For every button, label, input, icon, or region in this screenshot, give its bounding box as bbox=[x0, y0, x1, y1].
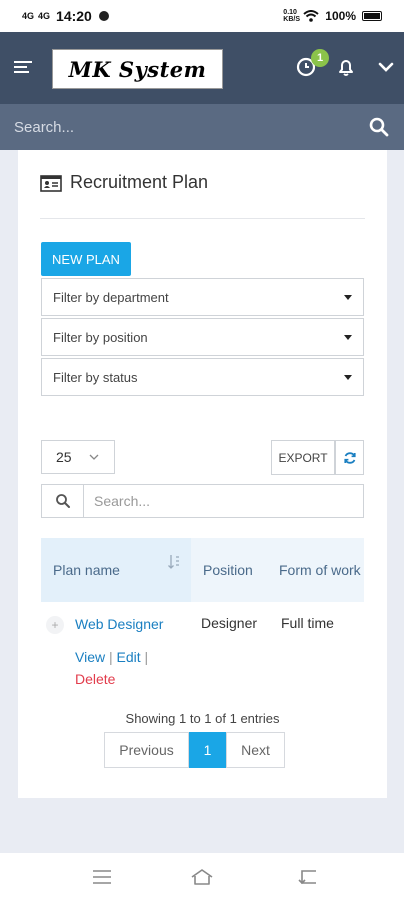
recent-apps-icon[interactable] bbox=[90, 867, 114, 887]
table-search-button[interactable] bbox=[42, 485, 84, 517]
bell-icon[interactable] bbox=[333, 54, 359, 80]
table-row: + Web Designer Designer Full time View |… bbox=[41, 608, 364, 694]
search-icon bbox=[55, 494, 70, 508]
export-button[interactable]: EXPORT bbox=[271, 440, 335, 475]
department-filter-label: Filter by department bbox=[53, 289, 169, 305]
app-header: MK System 1 bbox=[0, 32, 404, 104]
recruitment-plan-card: Recruitment Plan NEW PLAN Filter by depa… bbox=[18, 150, 387, 798]
page-size-value: 25 bbox=[56, 449, 72, 465]
position-filter-label: Filter by position bbox=[53, 329, 148, 345]
status-filter-select[interactable]: Filter by status bbox=[41, 358, 364, 396]
delete-link[interactable]: Delete bbox=[75, 671, 115, 687]
action-separator: | bbox=[144, 649, 149, 665]
department-filter-select[interactable]: Filter by department bbox=[41, 278, 364, 316]
page-size-select[interactable]: 25 bbox=[41, 440, 115, 474]
signal-indicator-1: 4G bbox=[22, 11, 35, 21]
column-header-position[interactable]: Position bbox=[191, 538, 269, 602]
battery-percent: 100% bbox=[325, 9, 356, 23]
caret-down-icon bbox=[344, 334, 352, 340]
title-divider bbox=[40, 218, 365, 219]
row-expand-button[interactable]: + bbox=[46, 616, 64, 634]
page-title-text: Recruitment Plan bbox=[70, 172, 209, 192]
pagination: Previous 1 Next bbox=[104, 732, 285, 768]
notification-badge: 1 bbox=[311, 49, 329, 67]
position-filter-select[interactable]: Filter by position bbox=[41, 318, 364, 356]
sort-icon bbox=[168, 555, 179, 569]
brand-logo[interactable]: MK System bbox=[52, 49, 223, 89]
table-search bbox=[41, 484, 364, 518]
chevron-down-icon bbox=[89, 454, 99, 460]
system-nav-bar bbox=[0, 853, 404, 900]
signal-indicator-2: 4G bbox=[38, 11, 51, 21]
previous-page-button[interactable]: Previous bbox=[104, 732, 189, 768]
page-title: Recruitment Plan bbox=[40, 172, 208, 193]
row-actions: View | Edit | Delete bbox=[75, 646, 148, 690]
status-bar: 4G 4G 14:20 0.10 KB/S 100% bbox=[0, 0, 404, 32]
table-header: Plan name Position Form of work bbox=[41, 538, 364, 602]
wifi-icon bbox=[303, 10, 319, 22]
refresh-button[interactable] bbox=[335, 440, 364, 475]
action-separator: | bbox=[108, 649, 113, 665]
menu-toggle-icon[interactable] bbox=[14, 61, 32, 75]
table-search-input[interactable] bbox=[84, 485, 363, 517]
position-cell: Designer bbox=[201, 615, 258, 631]
id-card-icon bbox=[40, 174, 62, 192]
back-icon[interactable] bbox=[296, 867, 320, 887]
home-icon[interactable] bbox=[190, 867, 214, 887]
refresh-icon bbox=[343, 451, 356, 464]
view-link[interactable]: View bbox=[75, 649, 105, 665]
edit-link[interactable]: Edit bbox=[117, 649, 141, 665]
column-header-form-of-work[interactable]: Form of work bbox=[269, 538, 364, 602]
next-page-button[interactable]: Next bbox=[226, 732, 285, 768]
chat-notification-icon bbox=[98, 11, 109, 21]
caret-down-icon bbox=[344, 374, 352, 380]
clock-time: 14:20 bbox=[56, 8, 92, 24]
form-of-work-cell: Full time bbox=[281, 615, 334, 631]
column-header-plan-name[interactable]: Plan name bbox=[41, 538, 191, 602]
chevron-down-icon[interactable] bbox=[373, 54, 399, 80]
new-plan-button[interactable]: NEW PLAN bbox=[41, 242, 131, 276]
search-icon[interactable] bbox=[368, 116, 390, 138]
caret-down-icon bbox=[344, 294, 352, 300]
network-speed: 0.10 KB/S bbox=[283, 9, 301, 23]
global-search-input[interactable] bbox=[14, 118, 368, 136]
status-filter-label: Filter by status bbox=[53, 369, 138, 385]
page-1-button[interactable]: 1 bbox=[189, 732, 226, 768]
battery-icon bbox=[362, 11, 382, 21]
table-info: Showing 1 to 1 of 1 entries bbox=[125, 711, 280, 726]
plan-name-link[interactable]: Web Designer bbox=[75, 616, 163, 632]
global-search-bar bbox=[0, 104, 404, 150]
